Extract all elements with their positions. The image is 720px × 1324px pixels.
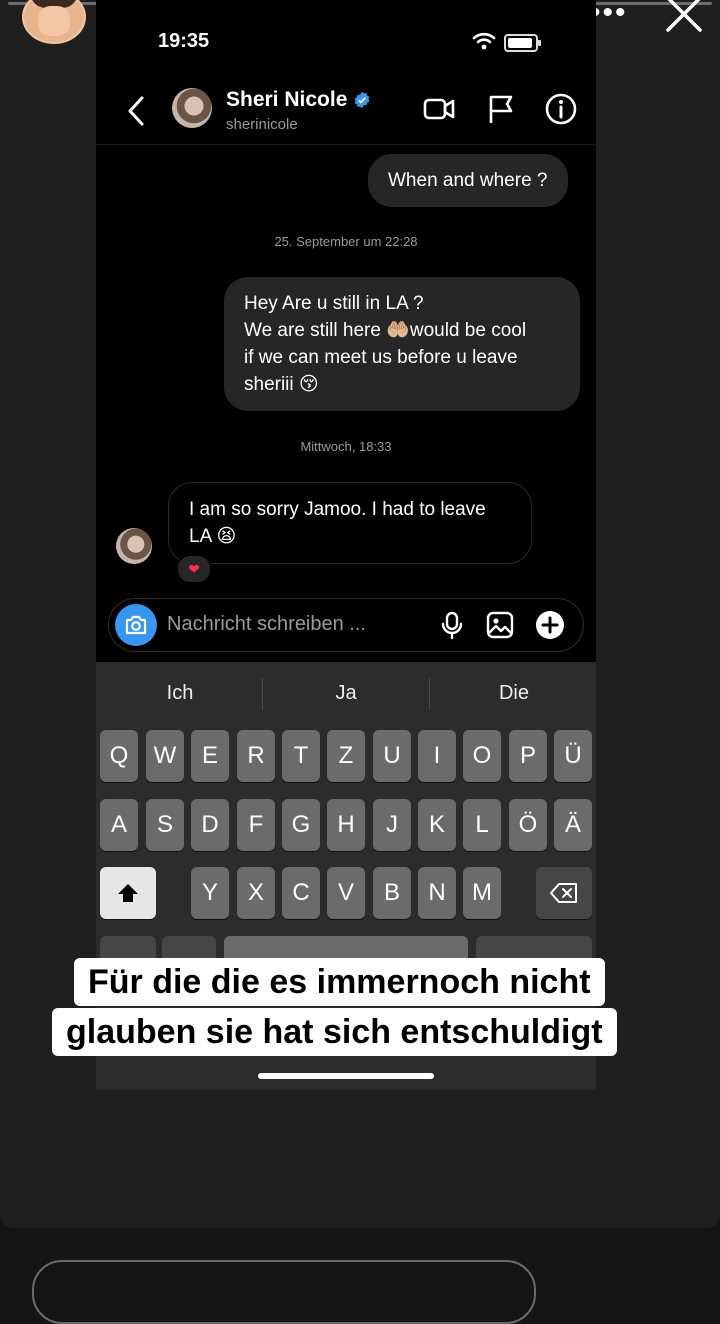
heart-reaction-icon[interactable]: ❤ [176, 554, 212, 584]
key[interactable]: C [282, 867, 320, 919]
message-line: if we can meet us before u leave [244, 347, 518, 368]
key[interactable]: X [237, 867, 275, 919]
shift-arrow-icon [118, 884, 138, 902]
chat-header: Sheri Nicole sherinicole [96, 80, 596, 145]
key[interactable]: H [327, 799, 365, 851]
key[interactable]: J [373, 799, 411, 851]
back-arrow-icon[interactable] [124, 94, 148, 128]
message-outgoing[interactable]: Hey Are u still in LA ? We are still her… [224, 277, 580, 411]
key[interactable]: Ö [509, 799, 547, 851]
key[interactable]: F [237, 799, 275, 851]
key[interactable]: T [282, 730, 320, 782]
message-input[interactable]: Nachricht schreiben ... [167, 613, 366, 636]
key[interactable]: O [463, 730, 501, 782]
key[interactable]: V [327, 867, 365, 919]
home-indicator [258, 1073, 434, 1079]
key[interactable]: Ä [554, 799, 592, 851]
key[interactable]: Ü [554, 730, 592, 782]
message-line: Hey Are u still in LA ? [244, 293, 424, 314]
key[interactable]: W [146, 730, 184, 782]
suggestion-3[interactable]: Die [434, 682, 594, 705]
contact-name-row[interactable]: Sheri Nicole [226, 88, 371, 112]
suggestion-1[interactable]: Ich [100, 682, 260, 705]
message-line: sheriii 😚 [244, 374, 319, 395]
contact-avatar[interactable] [172, 88, 212, 128]
suggestion-2[interactable]: Ja [266, 682, 426, 705]
close-icon[interactable] [664, 0, 704, 34]
backspace-key[interactable] [536, 867, 592, 919]
message-line: I am so sorry Jamoo. I had to leave [189, 499, 486, 520]
key[interactable]: A [100, 799, 138, 851]
message-text: When and where ? [388, 170, 548, 191]
report-flag-icon[interactable] [484, 92, 518, 126]
contact-message-avatar [116, 528, 152, 564]
key[interactable]: N [418, 867, 456, 919]
key[interactable]: S [146, 799, 184, 851]
caption-line-1: Für die die es immernoch nicht [74, 958, 605, 1006]
key[interactable]: M [463, 867, 501, 919]
info-icon[interactable] [544, 92, 578, 126]
message-timestamp: Mittwoch, 18:33 [300, 439, 392, 454]
caption-line-2: glauben sie hat sich entschuldigt [52, 1008, 617, 1056]
message-line: LA 😫 [189, 526, 237, 547]
microphone-icon[interactable] [437, 610, 467, 640]
key[interactable]: U [373, 730, 411, 782]
key[interactable]: Q [100, 730, 138, 782]
battery-icon [504, 34, 541, 52]
video-call-icon[interactable] [422, 92, 456, 126]
camera-icon [125, 615, 147, 635]
shift-key[interactable] [100, 867, 156, 919]
screenshot-phone: 19:35 Sheri Nicole sherinicole When and … [96, 0, 596, 1090]
contact-handle: sherinicole [226, 116, 298, 133]
message-timestamp: 25. September um 22:28 [274, 234, 418, 249]
story-reply-input[interactable] [32, 1260, 536, 1324]
message-outgoing[interactable]: When and where ? [368, 154, 568, 207]
message-line: We are still here 🤲🏼would be cool [244, 320, 527, 341]
story-caption: Für die die es immernoch nicht glauben s… [52, 958, 668, 1064]
key[interactable]: Y [191, 867, 229, 919]
message-composer: Nachricht schreiben ... [108, 598, 584, 652]
contact-name: Sheri Nicole [226, 88, 348, 111]
message-incoming[interactable]: I am so sorry Jamoo. I had to leave LA 😫 [168, 482, 532, 564]
key[interactable]: I [418, 730, 456, 782]
backspace-icon [550, 883, 577, 903]
camera-button[interactable] [115, 604, 157, 646]
key[interactable]: E [191, 730, 229, 782]
add-icon[interactable] [535, 610, 565, 640]
key[interactable]: P [509, 730, 547, 782]
status-time: 19:35 [158, 30, 210, 52]
key[interactable]: L [463, 799, 501, 851]
gallery-icon[interactable] [485, 610, 515, 640]
key[interactable]: Z [327, 730, 365, 782]
key[interactable]: K [418, 799, 456, 851]
key[interactable]: D [191, 799, 229, 851]
key[interactable]: R [237, 730, 275, 782]
key[interactable]: G [282, 799, 320, 851]
verified-badge-icon [354, 91, 370, 109]
wifi-icon [472, 32, 496, 50]
key[interactable]: B [373, 867, 411, 919]
